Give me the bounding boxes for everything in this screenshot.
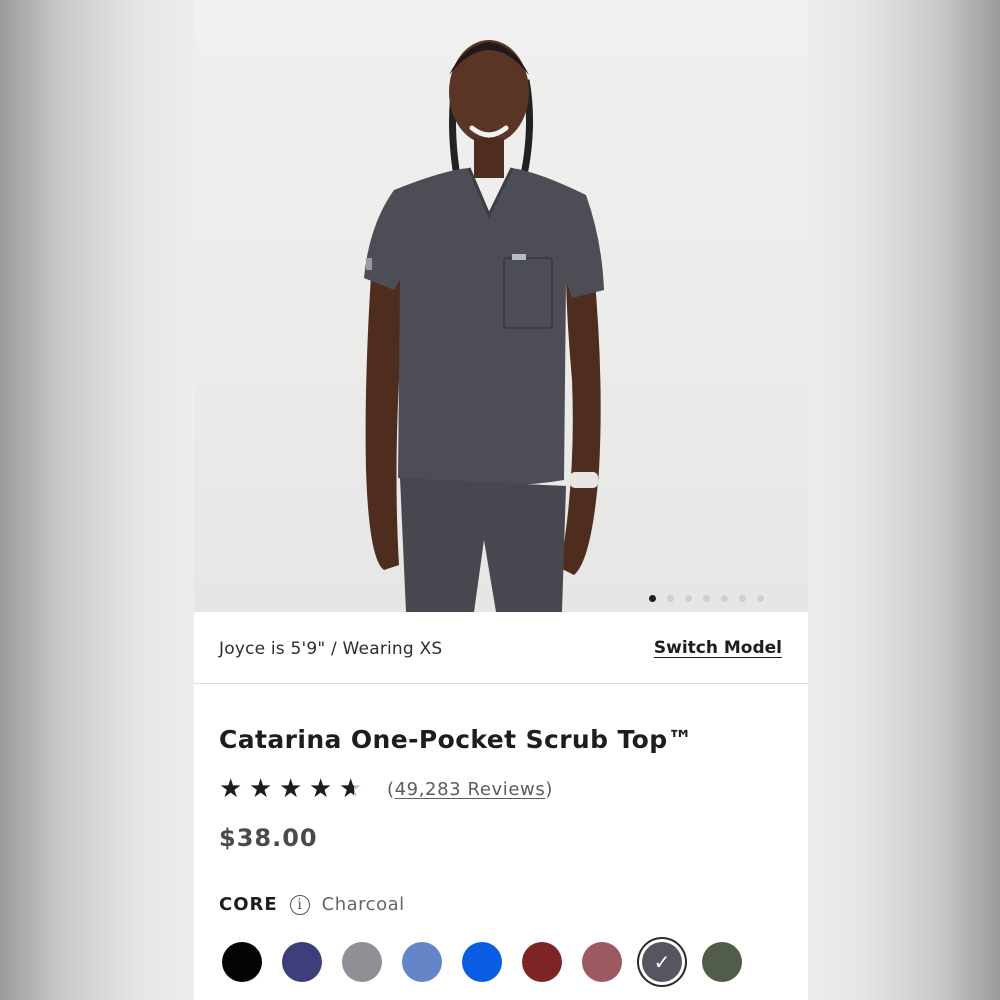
carousel-dots[interactable] [649,595,764,602]
product-price: $38.00 [219,824,318,852]
color-collection-label: CORE [219,894,278,915]
color-selector-header: CORE i Charcoal [219,894,405,915]
model-photo [364,40,604,612]
product-page: Joyce is 5'9" / Wearing XS Switch Model … [194,0,808,1000]
carousel-dot[interactable] [721,595,728,602]
color-swatch[interactable]: ✓ [642,942,682,982]
carousel-dot[interactable] [739,595,746,602]
reviews-link[interactable]: 49,283 Reviews [395,779,546,800]
star-icon: ★ [249,774,273,804]
color-swatch[interactable] [222,942,262,982]
color-swatch[interactable] [282,942,322,982]
product-image[interactable] [194,0,808,612]
color-swatches: ✓ [222,942,742,982]
color-swatch[interactable] [342,942,382,982]
color-swatch[interactable] [462,942,502,982]
carousel-dot[interactable] [685,595,692,602]
reviews-paren-close: ) [545,778,553,800]
color-swatch[interactable] [582,942,622,982]
model-info-text: Joyce is 5'9" / Wearing XS [219,639,443,659]
color-swatch[interactable] [402,942,442,982]
carousel-dot[interactable] [667,595,674,602]
star-icon: ★ [309,774,333,804]
star-icon: ★ [279,774,303,804]
carousel-dot[interactable] [649,595,656,602]
color-swatch[interactable] [522,942,562,982]
product-title: Catarina One-Pocket Scrub Top™ [219,725,693,754]
product-rating: ★ ★ ★ ★ ★ ★ (49,283 Reviews) [219,776,553,802]
star-icon: ★ [219,774,243,804]
model-info-bar: Joyce is 5'9" / Wearing XS Switch Model [194,612,808,684]
switch-model-link[interactable]: Switch Model [654,638,782,658]
star-rating: ★ ★ ★ ★ ★ ★ [219,776,365,802]
reviews-paren-open: ( [387,778,395,800]
info-icon[interactable]: i [289,894,310,915]
carousel-dot[interactable] [703,595,710,602]
carousel-dot[interactable] [757,595,764,602]
selected-color-name: Charcoal [321,894,405,915]
reviews-count[interactable]: (49,283 Reviews) [387,779,553,800]
half-star-icon: ★ ★ [339,774,363,804]
color-swatch[interactable] [702,942,742,982]
check-icon: ✓ [653,950,671,974]
